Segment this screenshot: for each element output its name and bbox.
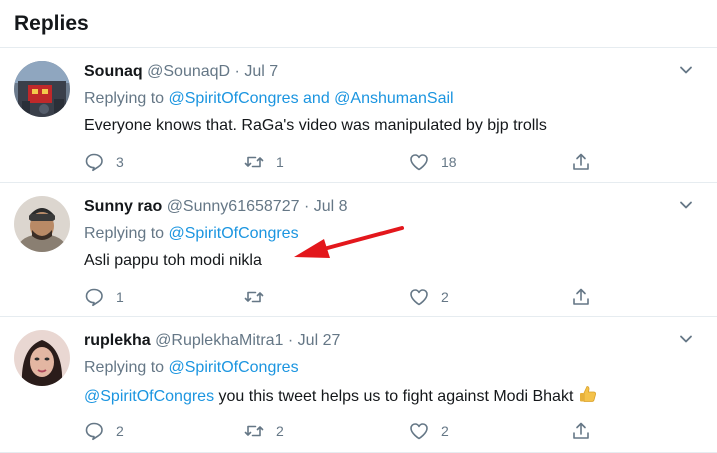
reply-icon: [85, 288, 103, 307]
mention-link[interactable]: @SpiritOfCongres: [169, 359, 299, 376]
chevron-down-icon[interactable]: [679, 198, 693, 212]
mention-link[interactable]: @SpiritOfCongres: [84, 388, 214, 405]
tweet-date[interactable]: Jul 7: [244, 63, 278, 80]
retweet-button[interactable]: 2: [244, 419, 284, 443]
reply-item[interactable]: Sounaq @SounaqD · Jul 7 Replying to @Spi…: [0, 48, 717, 183]
author-handle[interactable]: @RuplekhaMitra1: [155, 332, 283, 349]
replies-header: Replies: [0, 0, 717, 48]
like-count: 2: [441, 423, 449, 439]
chevron-down-icon[interactable]: [679, 63, 693, 77]
like-icon: [410, 423, 428, 440]
author-handle[interactable]: @Sunny61658727: [167, 198, 300, 215]
tweet-date[interactable]: Jul 8: [314, 198, 348, 215]
reply-item[interactable]: ruplekha @RuplekhaMitra1 · Jul 27 Replyi…: [0, 317, 717, 453]
share-button[interactable]: [571, 150, 591, 174]
tweet-text: @SpiritOfCongres you this tweet helps us…: [84, 384, 697, 408]
replying-and: and: [303, 90, 330, 107]
tweet-text: Everyone knows that. RaGa's video was ma…: [84, 117, 547, 134]
mention-link[interactable]: @SpiritOfCongres: [169, 90, 299, 107]
share-button[interactable]: [571, 285, 591, 309]
replying-to-line: Replying to @SpiritOfCongres: [84, 357, 697, 379]
replying-prefix: Replying to: [84, 359, 165, 376]
avatar[interactable]: [14, 330, 70, 386]
reply-icon: [85, 422, 103, 441]
retweet-icon: [244, 291, 264, 303]
retweet-icon: [244, 156, 264, 168]
retweet-count: 1: [276, 154, 284, 170]
chevron-down-icon[interactable]: [679, 332, 693, 346]
reply-icon: [85, 153, 103, 172]
like-icon: [410, 289, 428, 306]
retweet-count: 2: [276, 423, 284, 439]
retweet-button[interactable]: 1: [244, 150, 284, 174]
like-button[interactable]: 2: [409, 419, 449, 443]
replying-to-line: Replying to @SpiritOfCongres and @Anshum…: [84, 88, 697, 110]
like-icon: [410, 154, 428, 171]
like-count: 2: [441, 289, 449, 305]
replies-title: Replies: [14, 12, 89, 35]
like-button[interactable]: 18: [409, 150, 457, 174]
red-arrow-annotation: [294, 226, 404, 258]
reply-button[interactable]: 2: [84, 419, 124, 443]
share-icon: [573, 288, 589, 305]
share-icon: [573, 422, 589, 439]
reply-button[interactable]: 3: [84, 150, 124, 174]
reply-button[interactable]: 1: [84, 285, 124, 309]
tweet-actions: 1 2: [84, 285, 604, 309]
avatar[interactable]: [14, 61, 70, 117]
tweet-actions: 2 2 2: [84, 419, 604, 443]
avatar[interactable]: [14, 196, 70, 252]
author-name[interactable]: Sounaq: [84, 63, 143, 80]
reply-count: 2: [116, 423, 124, 439]
mention-link[interactable]: @SpiritOfCongres: [169, 225, 299, 242]
retweet-icon: [244, 425, 264, 437]
author-name[interactable]: Sunny rao: [84, 198, 162, 215]
retweet-button[interactable]: [244, 285, 276, 309]
author-name[interactable]: ruplekha: [84, 332, 151, 349]
thumbs-up-icon: [579, 386, 596, 402]
share-icon: [573, 153, 589, 170]
tweet-date[interactable]: Jul 27: [298, 332, 341, 349]
like-button[interactable]: 2: [409, 285, 449, 309]
author-handle[interactable]: @SounaqD: [147, 63, 230, 80]
replying-prefix: Replying to: [84, 225, 165, 242]
mention-link[interactable]: @AnshumanSail: [334, 90, 453, 107]
reply-count: 1: [116, 289, 124, 305]
like-count: 18: [441, 154, 457, 170]
replying-prefix: Replying to: [84, 90, 165, 107]
tweet-text-body: you this tweet helps us to fight against…: [218, 388, 574, 405]
separator-dot: ·: [234, 63, 240, 80]
separator-dot: ·: [303, 198, 310, 215]
reply-count: 3: [116, 154, 124, 170]
tweet-actions: 3 1 18: [84, 150, 604, 174]
separator-dot: ·: [287, 332, 294, 349]
share-button[interactable]: [571, 419, 591, 443]
